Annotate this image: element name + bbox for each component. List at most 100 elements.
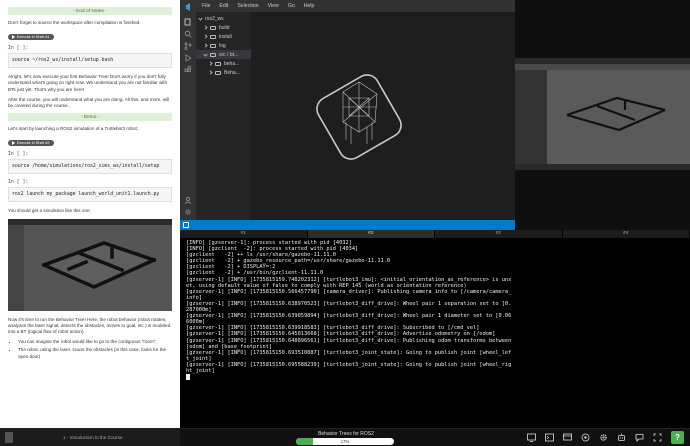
explorer-item-label: build [219, 24, 230, 31]
terminal-output[interactable]: [INFO] [gzserver-1]: process started wit… [180, 238, 520, 383]
gear-icon[interactable] [599, 433, 608, 442]
execute-shell-1-button[interactable]: Execute in Shell #1 [8, 34, 54, 41]
folder-icon [210, 43, 216, 48]
chevron-right-icon [203, 43, 208, 48]
progress-percent: 17% [340, 439, 350, 444]
execute-shell-2-label: Execute in Shell #2 [17, 141, 50, 146]
explorer-item[interactable]: ros2_ws [196, 14, 251, 23]
chevron-down-icon [203, 52, 208, 57]
maze-walls-image [41, 240, 157, 289]
terminal-icon[interactable] [545, 433, 554, 442]
terminal-panel[interactable]: #1 #2 #3 #4 [INFO] [gzserver-1]: process… [180, 230, 690, 428]
vscode-watermark-logo [316, 74, 402, 160]
play-icon [12, 141, 15, 146]
simulation-paragraph: You should get a simulation like this on… [8, 208, 91, 214]
code-cell-2[interactable]: source /home/simulations/ros2_sims_ws/in… [8, 159, 172, 175]
menu-edit[interactable]: Edit [219, 3, 228, 9]
vscode-window: File Edit Selection View Go Help ros2_ws… [180, 0, 515, 230]
explorer-item-label: Beha... [224, 69, 240, 76]
gazebo-panel [515, 0, 690, 230]
course-nav: 1 - Introduction to the Course [0, 429, 180, 446]
terminal-tabs: #1 #2 #3 #4 [180, 230, 690, 238]
code-cell-1[interactable]: source ~/ros2_ws/install/setup.bash [8, 53, 172, 69]
demo-banner: - Demo - [8, 113, 172, 122]
chevron-right-icon [203, 25, 208, 30]
chevron-right-icon [203, 34, 208, 39]
after-course-paragraph: After the course, you will understand wh… [8, 96, 170, 109]
code-editor-icon[interactable] [527, 433, 536, 442]
play-icon [12, 35, 15, 40]
terminal-line: [gzserver-1] [INFO] [1735815159.74820231… [186, 276, 512, 289]
explorer-item[interactable]: src / bt... [196, 50, 251, 59]
execute-shell-1-label: Execute in Shell #1 [17, 35, 50, 40]
course-unit-label[interactable]: 1 - Introduction to the Course [63, 435, 123, 440]
explorer-item[interactable]: build [196, 23, 251, 32]
explorer-item-label: log [219, 42, 226, 49]
code-cell-3[interactable]: ros2 launch my_package launch_world_unit… [8, 187, 172, 203]
chevron-right-icon [208, 70, 213, 75]
bt-bullets: You can imagine the robot would like to … [18, 339, 172, 360]
file-tree: ros2_wsbuild install log src / bt... beha...… [196, 12, 251, 77]
graphical-tools-icon[interactable] [563, 433, 572, 442]
files-icon[interactable] [184, 18, 192, 26]
source-note: Don't forget to source the workspace aft… [8, 20, 141, 25]
explorer-item-label: ros2_ws [205, 15, 224, 22]
notebook-panel[interactable]: - End of Notes - Don't forget to source … [0, 0, 180, 428]
menu-view[interactable]: View [268, 3, 279, 9]
editor-area[interactable] [251, 12, 515, 220]
toolbar-icons: ? [527, 429, 690, 446]
explorer-item[interactable]: beha... [196, 59, 251, 68]
terminal-line: [gzserver-1] [INFO] [1735815150.64889656… [186, 337, 515, 350]
gazebo-window[interactable] [515, 58, 690, 170]
bt-paragraph: Now it's time to run the Behavior Tree! … [8, 316, 171, 335]
search-icon[interactable] [184, 30, 192, 38]
gazebo-viewport[interactable] [547, 70, 690, 164]
remote-indicator-icon[interactable] [183, 222, 189, 228]
menu-help[interactable]: Help [304, 3, 315, 9]
menu-file[interactable]: File [202, 3, 210, 9]
chevron-down-icon [198, 16, 203, 21]
explorer-panel: ros2_wsbuild install log src / bt... beha...… [196, 12, 251, 220]
course-bottom-bar: 1 - Introduction to the Course Behavior … [0, 428, 690, 446]
chevron-right-icon [208, 61, 213, 66]
terminal-tab-1[interactable]: #1 [180, 230, 308, 238]
run-debug-icon[interactable] [184, 54, 192, 62]
activity-bar [180, 0, 196, 230]
terminal-tab-3[interactable]: #3 [435, 230, 563, 238]
menu-go[interactable]: Go [288, 3, 295, 9]
menu-selection[interactable]: Selection [237, 3, 258, 9]
cell-prompt-2: In [ ]: [8, 152, 29, 158]
explorer-item[interactable]: log [196, 41, 251, 50]
intro-paragraph: Alright, let's now execute your first Be… [8, 74, 168, 92]
terminal-line: [gzserver-1] [INFO] [1735815150.64501366… [186, 331, 496, 338]
folder-icon [215, 61, 221, 66]
terminal-tab-4[interactable]: #4 [563, 230, 690, 238]
explorer-item[interactable]: Beha... [196, 68, 251, 77]
explorer-item[interactable]: install [196, 32, 251, 41]
desktop: - End of Notes - Don't forget to source … [0, 0, 690, 446]
menu-bar: File Edit Selection View Go Help [196, 0, 515, 12]
bullet-item: The robot, using the laser, scans the ob… [18, 347, 172, 359]
gazebo-sidebar[interactable] [515, 70, 547, 164]
course-title: Behavior Trees for ROS2 [318, 431, 374, 437]
progress-bar: 17% [296, 438, 394, 445]
gear-icon[interactable] [184, 208, 192, 216]
account-icon[interactable] [184, 196, 192, 204]
bullet-item: You can imagine the robot would like to … [18, 339, 172, 345]
collapse-handle[interactable] [5, 432, 13, 443]
extensions-icon[interactable] [184, 66, 192, 74]
chat-icon[interactable] [635, 433, 644, 442]
terminal-line: [gzserver-1] [INFO] [1735815150.63905989… [186, 313, 512, 326]
terminal-cursor [186, 374, 190, 381]
terminal-tab-2[interactable]: #2 [307, 230, 435, 238]
status-bar [180, 220, 515, 230]
help-button[interactable]: ? [671, 431, 684, 444]
explorer-item-label: install [219, 33, 232, 40]
source-control-icon[interactable] [184, 42, 192, 50]
simulation-icon[interactable] [581, 433, 590, 442]
robot-icon[interactable] [617, 433, 626, 442]
explorer-item-label: src / bt... [219, 51, 239, 58]
terminal-line: [gzserver-1] [INFO] [1735815150.63897052… [186, 300, 512, 314]
execute-shell-2-button[interactable]: Execute in Shell #2 [8, 140, 54, 147]
fullscreen-icon[interactable] [653, 433, 662, 442]
